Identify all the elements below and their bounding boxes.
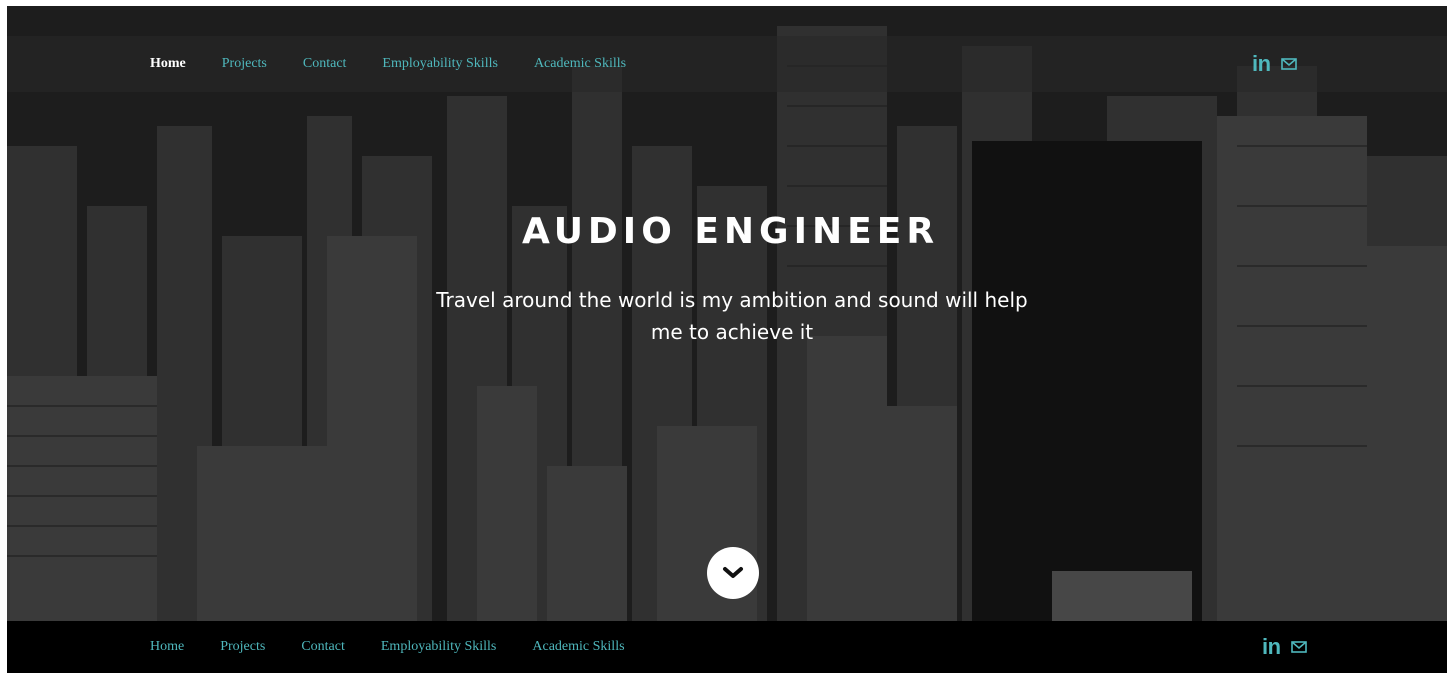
top-navigation: Home Projects Contact Employability Skil…	[7, 36, 1447, 92]
mail-icon[interactable]	[1290, 641, 1307, 653]
hero-title: AUDIO ENGINEER	[521, 211, 940, 252]
bottom-navigation: Home Projects Contact Employability Skil…	[7, 621, 1447, 673]
chevron-down-icon	[723, 567, 743, 578]
bottom-nav-links: Home Projects Contact Employability Skil…	[150, 621, 661, 673]
hero-tagline-line-2: me to achieve it	[650, 320, 814, 344]
top-nav-academic-skills[interactable]: Academic Skills	[534, 56, 626, 72]
top-nav-home[interactable]: Home	[150, 56, 186, 72]
linkedin-icon[interactable]: in	[1262, 634, 1281, 660]
top-nav-employability-skills[interactable]: Employability Skills	[382, 56, 498, 72]
bottom-nav-employability-skills[interactable]: Employability Skills	[381, 639, 497, 655]
bottom-social-links: in	[1262, 621, 1307, 673]
scroll-down-button[interactable]	[707, 547, 759, 599]
bottom-nav-projects[interactable]: Projects	[220, 639, 265, 655]
page-frame: Home Projects Contact Employability Skil…	[7, 6, 1447, 673]
top-social-links: in	[1252, 36, 1297, 92]
hero-tagline-line-1: Travel around the world is my ambition a…	[436, 288, 1028, 312]
top-nav-contact[interactable]: Contact	[303, 56, 347, 72]
mail-icon[interactable]	[1280, 58, 1297, 70]
bottom-nav-academic-skills[interactable]: Academic Skills	[532, 639, 624, 655]
bottom-nav-home[interactable]: Home	[150, 639, 184, 655]
hero-tagline: Travel around the world is my ambition a…	[407, 284, 1057, 348]
hero-section: Home Projects Contact Employability Skil…	[7, 6, 1447, 621]
top-nav-links: Home Projects Contact Employability Skil…	[150, 36, 662, 92]
top-nav-projects[interactable]: Projects	[222, 56, 267, 72]
linkedin-icon[interactable]: in	[1252, 51, 1271, 77]
bottom-nav-contact[interactable]: Contact	[301, 639, 345, 655]
